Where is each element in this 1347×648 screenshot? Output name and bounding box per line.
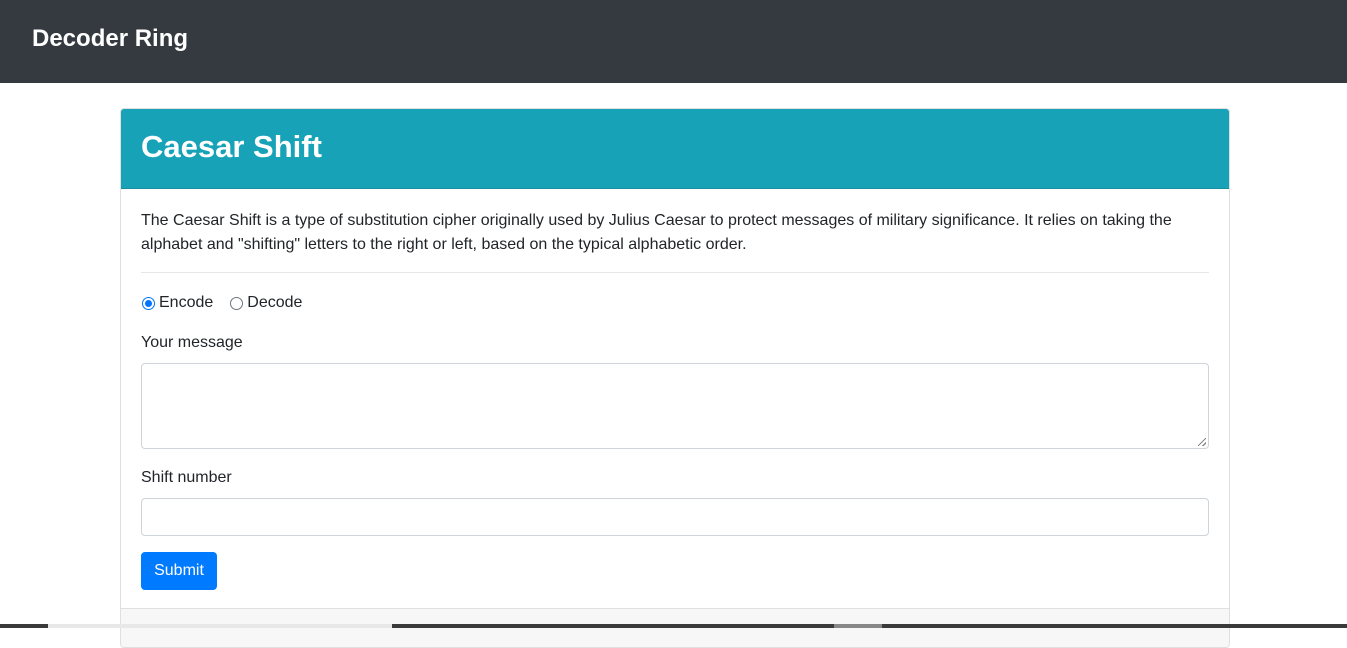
resize-grip-icon[interactable]	[1198, 438, 1206, 446]
submit-button[interactable]: Submit	[141, 552, 217, 590]
message-label: Your message	[141, 334, 243, 351]
encode-radio[interactable]	[142, 296, 155, 310]
decode-radio[interactable]	[230, 296, 244, 310]
navbar: Decoder Ring	[0, 0, 1347, 83]
taskbar	[0, 624, 1347, 628]
encode-label: Encode	[159, 294, 214, 311]
mode-radio-group: Encode Decode	[141, 293, 1209, 313]
decode-label: Decode	[247, 294, 303, 311]
card-title: Caesar Shift	[141, 128, 322, 164]
decode-option[interactable]: Decode	[229, 294, 302, 312]
taskbar-item[interactable]	[834, 624, 882, 628]
card-header: Caesar Shift	[121, 109, 1229, 189]
shift-label: Shift number	[141, 469, 232, 486]
caesar-shift-card: Caesar Shift The Caesar Shift is a type …	[120, 108, 1230, 648]
card-body: The Caesar Shift is a type of substituti…	[121, 189, 1229, 590]
shift-number-input[interactable]	[141, 498, 1209, 536]
cipher-description: The Caesar Shift is a type of substituti…	[141, 212, 1172, 253]
card-footer	[121, 608, 1229, 647]
divider	[141, 272, 1209, 273]
navbar-brand[interactable]: Decoder Ring	[32, 25, 188, 53]
message-textarea[interactable]	[141, 363, 1209, 449]
taskbar-item[interactable]	[48, 624, 392, 628]
encode-option[interactable]: Encode	[141, 294, 213, 312]
